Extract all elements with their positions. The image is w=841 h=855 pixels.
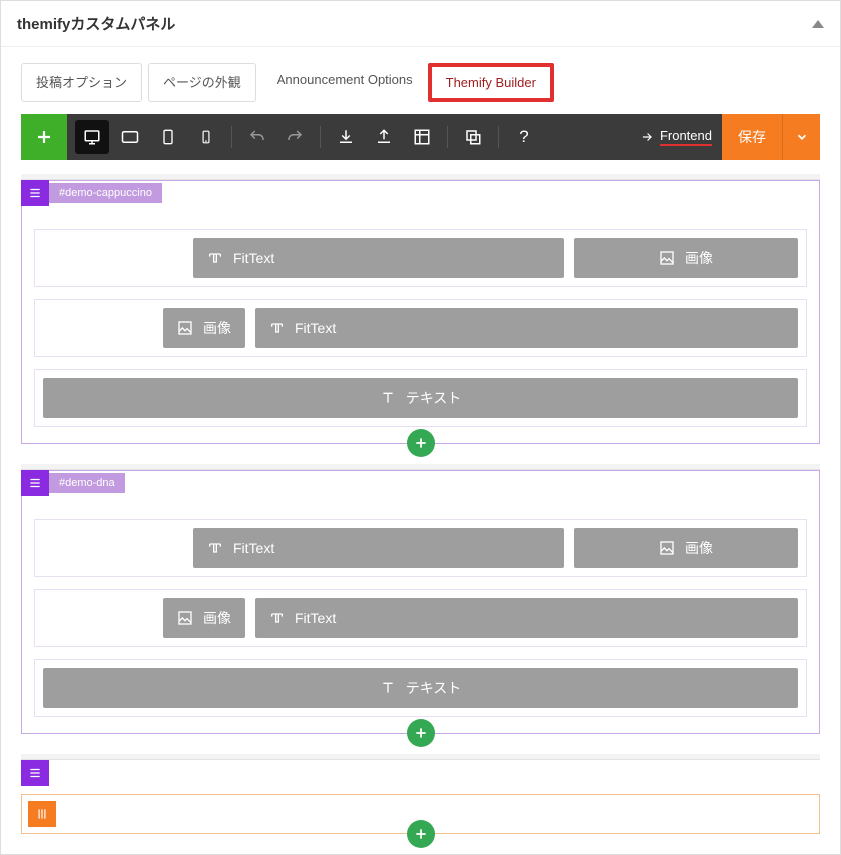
save-dropdown-button[interactable] (782, 114, 820, 160)
layouts-button[interactable] (405, 120, 439, 154)
column-spacer (43, 528, 183, 568)
module-line: テキスト (34, 369, 807, 427)
module-label: 画像 (685, 538, 713, 558)
image-icon (177, 320, 193, 336)
row-anchor-tag: #demo-cappuccino (49, 183, 162, 203)
row-body: FitText 画像 画像 (22, 497, 819, 733)
chevron-down-icon (795, 130, 809, 144)
image-module[interactable]: 画像 (574, 238, 798, 278)
tab-page-appearance[interactable]: ページの外観 (148, 63, 256, 102)
fittext-icon (207, 540, 223, 556)
plus-icon (414, 726, 428, 740)
builder-canvas: #demo-cappuccino FitText 画像 (21, 174, 820, 834)
row-handle-icon[interactable] (21, 470, 49, 496)
fittext-module[interactable]: FitText (255, 308, 798, 348)
fittext-icon (269, 320, 285, 336)
help-button[interactable]: ? (507, 120, 541, 154)
fittext-icon (269, 610, 285, 626)
export-button[interactable] (367, 120, 401, 154)
text-module[interactable]: テキスト (43, 668, 798, 708)
row-body: FitText 画像 画像 (22, 207, 819, 443)
question-icon: ? (519, 127, 528, 147)
toolbar-divider (447, 126, 448, 148)
fittext-module[interactable]: FitText (193, 528, 564, 568)
module-label: テキスト (406, 678, 462, 698)
row-handle-icon[interactable] (21, 180, 49, 206)
image-icon (659, 540, 675, 556)
add-row-button[interactable] (407, 820, 435, 848)
module-label: 画像 (203, 318, 231, 338)
add-row-button[interactable] (407, 429, 435, 457)
frontend-link[interactable]: Frontend (640, 128, 712, 146)
module-line: 画像 FitText (34, 299, 807, 357)
column-handle-icon[interactable] (28, 801, 56, 827)
module-line: 画像 FitText (34, 589, 807, 647)
module-label: FitText (233, 250, 274, 266)
plus-icon (414, 436, 428, 450)
desktop-view-button[interactable] (75, 120, 109, 154)
collapse-toggle-icon[interactable] (812, 20, 824, 28)
fittext-module[interactable]: FitText (255, 598, 798, 638)
column-spacer (43, 598, 153, 638)
image-module[interactable]: 画像 (163, 308, 245, 348)
panel-title: themifyカスタムパネル (17, 13, 175, 34)
text-module[interactable]: テキスト (43, 378, 798, 418)
frontend-label: Frontend (660, 128, 712, 146)
module-label: 画像 (685, 248, 713, 268)
toolbar-divider (320, 126, 321, 148)
module-label: FitText (233, 540, 274, 556)
module-label: 画像 (203, 608, 231, 628)
toolbar-divider (498, 126, 499, 148)
module-line: FitText 画像 (34, 229, 807, 287)
fittext-module[interactable]: FitText (193, 238, 564, 278)
panel-header: themifyカスタムパネル (1, 1, 840, 47)
image-icon (177, 610, 193, 626)
add-row-button[interactable] (407, 719, 435, 747)
save-button[interactable]: 保存 (722, 114, 782, 160)
duplicate-button[interactable] (456, 120, 490, 154)
tab-themify-builder[interactable]: Themify Builder (428, 63, 554, 102)
mobile-view-button[interactable] (189, 120, 223, 154)
undo-button[interactable] (240, 120, 274, 154)
tablet-landscape-button[interactable] (113, 120, 147, 154)
module-label: FitText (295, 610, 336, 626)
tablet-portrait-button[interactable] (151, 120, 185, 154)
module-label: テキスト (406, 388, 462, 408)
module-line: テキスト (34, 659, 807, 717)
tabs: 投稿オプション ページの外観 Announcement Options Them… (1, 47, 840, 108)
redo-button[interactable] (278, 120, 312, 154)
text-icon (380, 390, 396, 406)
text-icon (380, 680, 396, 696)
tab-post-options[interactable]: 投稿オプション (21, 63, 142, 102)
builder-row[interactable] (21, 754, 820, 834)
themify-panel: themifyカスタムパネル 投稿オプション ページの外観 Announceme… (0, 0, 841, 855)
builder-row[interactable]: #demo-cappuccino FitText 画像 (21, 174, 820, 444)
module-line: FitText 画像 (34, 519, 807, 577)
column-spacer (43, 308, 153, 348)
import-button[interactable] (329, 120, 363, 154)
builder-row[interactable]: #demo-dna FitText 画像 (21, 464, 820, 734)
add-module-button[interactable] (21, 114, 67, 160)
builder-toolbar: ? Frontend 保存 (21, 114, 820, 160)
column-spacer (43, 238, 183, 278)
image-module[interactable]: 画像 (574, 528, 798, 568)
builder-area: ? Frontend 保存 #dem (1, 108, 840, 854)
row-handle-icon[interactable] (21, 760, 49, 786)
row-anchor-tag: #demo-dna (49, 473, 125, 493)
image-icon (659, 250, 675, 266)
image-module[interactable]: 画像 (163, 598, 245, 638)
fittext-icon (207, 250, 223, 266)
tab-announcement-options[interactable]: Announcement Options (262, 63, 428, 102)
arrow-right-icon (640, 130, 654, 144)
module-label: FitText (295, 320, 336, 336)
toolbar-divider (231, 126, 232, 148)
plus-icon (414, 827, 428, 841)
